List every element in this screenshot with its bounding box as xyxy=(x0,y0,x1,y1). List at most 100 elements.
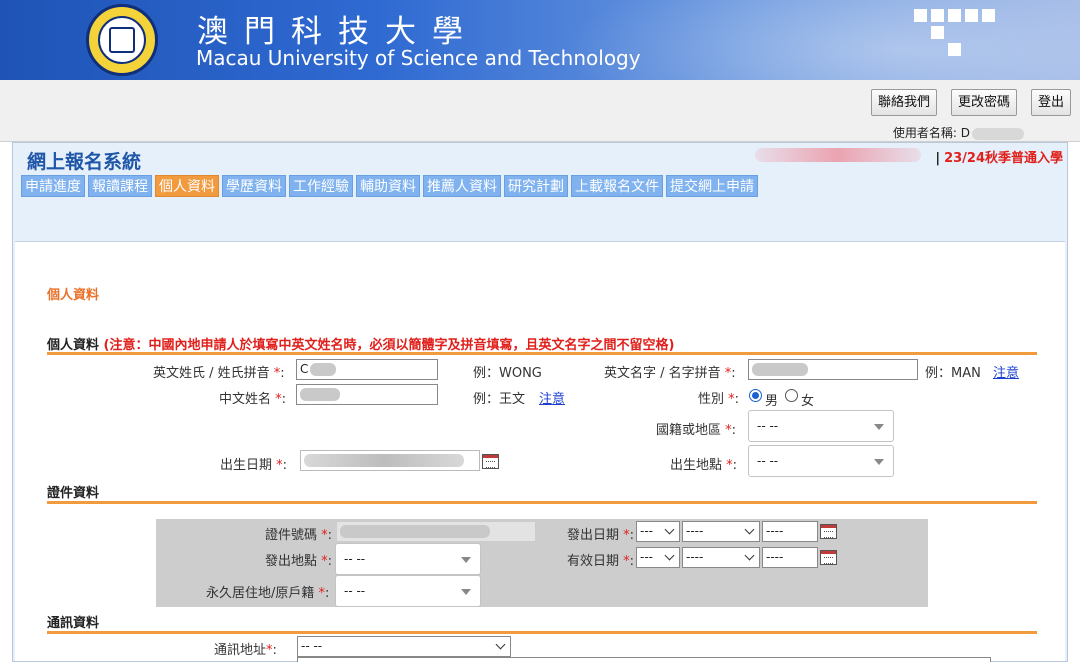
username-label: 使用者名稱: D xyxy=(892,126,970,140)
address-detail-input[interactable] xyxy=(297,657,991,662)
colon: : xyxy=(629,528,635,543)
top-toolbar: 聯絡我們 更改密碼 登出 使用者名稱: D xyxy=(0,80,1080,142)
expiry-date-label-text: 有效日期 xyxy=(567,554,620,569)
colon: : xyxy=(272,643,277,658)
gender-male-label: 男 xyxy=(765,394,779,409)
address-label: 通訊地址*: xyxy=(214,639,277,658)
contact-info-heading: 通訊資料 xyxy=(47,616,100,631)
expiry-date-label: 有效日期 *: xyxy=(567,550,634,569)
gender-label-text: 性別 xyxy=(698,392,725,407)
section-divider xyxy=(47,631,1037,634)
name-format-note: (注意：中國內地申請人於填寫中英文姓名時，必須以簡體字及拼音填寫，且英文名字之間… xyxy=(103,338,675,353)
university-logo xyxy=(86,4,158,76)
chevron-down-icon xyxy=(744,550,755,561)
season-separator: | xyxy=(935,151,941,166)
issue-year-input[interactable]: ---- xyxy=(762,521,818,542)
tab-upload-documents[interactable]: 上載報名文件 xyxy=(571,175,663,197)
nationality-value: -- -- xyxy=(757,419,779,433)
chinese-name-input[interactable] xyxy=(296,384,438,405)
tab-programme[interactable]: 報讀課程 xyxy=(88,175,152,197)
colon: : xyxy=(327,528,333,543)
permanent-residence-select[interactable]: -- -- xyxy=(335,575,481,607)
nav-tabs: 申請進度 報讀課程 個人資料 學歷資料 工作經驗 輔助資料 推薦人資料 研究計劃… xyxy=(21,175,758,197)
chevron-down-icon xyxy=(874,424,884,430)
birthplace-select[interactable]: -- -- xyxy=(748,445,894,477)
permanent-residence-value: -- -- xyxy=(344,584,366,598)
logout-button[interactable]: 登出 xyxy=(1031,89,1072,116)
change-password-button[interactable]: 更改密碼 xyxy=(951,89,1018,116)
address-region-select[interactable]: -- -- xyxy=(297,636,511,657)
given-name-label: 英文名字 / 名字拼音 *: xyxy=(604,362,736,381)
application-panel: 網上報名系統 | 23/24秋季普通入學 申請進度 報讀課程 個人資料 學歷資料 … xyxy=(12,142,1068,662)
tab-referees[interactable]: 推薦人資料 xyxy=(423,175,501,197)
given-name-input[interactable] xyxy=(748,359,918,380)
issue-day-value: --- xyxy=(640,524,653,538)
issue-place-select[interactable]: -- -- xyxy=(335,543,481,575)
tab-research-plan[interactable]: 研究計劃 xyxy=(504,175,568,197)
birthplace-label-text: 出生地點 xyxy=(670,458,723,473)
username-display: 使用者名稱: D xyxy=(893,124,1024,141)
birthplace-value: -- -- xyxy=(757,454,779,468)
chevron-down-icon xyxy=(461,557,471,563)
colon: : xyxy=(281,392,287,407)
permanent-residence-label-text: 永久居住地/原戶籍 xyxy=(206,586,315,601)
calendar-icon[interactable] xyxy=(482,454,499,469)
calendar-icon[interactable] xyxy=(820,550,837,565)
address-label-text: 通訊地址 xyxy=(214,643,267,658)
colon: : xyxy=(731,366,736,381)
expiry-month-value: ---- xyxy=(686,550,704,564)
issue-day-select[interactable]: --- xyxy=(636,521,680,542)
chevron-down-icon xyxy=(874,459,884,465)
tab-education[interactable]: 學歷資料 xyxy=(222,175,286,197)
issue-month-value: ---- xyxy=(686,524,704,538)
redacted-value xyxy=(752,363,808,376)
system-title: 網上報名系統 xyxy=(27,151,142,173)
tab-work-experience[interactable]: 工作經驗 xyxy=(289,175,353,197)
expiry-year-input[interactable]: ---- xyxy=(762,547,818,568)
colon: : xyxy=(282,458,288,473)
expiry-year-value: ---- xyxy=(766,550,784,564)
section-divider xyxy=(47,352,1037,355)
given-name-label-text: 英文名字 / 名字拼音 xyxy=(604,366,721,381)
season-label: | 23/24秋季普通入學 xyxy=(755,147,1063,166)
university-banner: 澳門科技大學 Macau University of Science and T… xyxy=(0,0,1080,80)
colon: : xyxy=(732,458,738,473)
issue-place-label-text: 發出地點 xyxy=(265,554,318,569)
university-name-cn: 澳門科技大學 xyxy=(197,14,479,50)
season-text: 23/24秋季普通入學 xyxy=(944,151,1063,166)
given-name-note-link[interactable]: 注意 xyxy=(993,362,1019,381)
colon: : xyxy=(325,586,330,601)
gender-female-radio[interactable] xyxy=(785,389,798,402)
gender-female-label: 女 xyxy=(801,394,815,409)
surname-label-text: 英文姓氏 / 姓氏拼音 xyxy=(153,366,270,381)
calendar-icon[interactable] xyxy=(820,524,837,539)
colon: : xyxy=(629,554,635,569)
tab-personal-info[interactable]: 個人資料 xyxy=(155,175,219,197)
expiry-month-select[interactable]: ---- xyxy=(682,547,760,568)
address-region-value: -- -- xyxy=(301,639,323,653)
redacted-value xyxy=(300,388,340,401)
tab-supplementary[interactable]: 輔助資料 xyxy=(356,175,420,197)
chevron-down-icon xyxy=(664,524,675,535)
contact-us-button[interactable]: 聯絡我們 xyxy=(871,89,938,116)
birthplace-label: 出生地點 *: xyxy=(670,454,737,473)
username-redacted xyxy=(972,127,1024,140)
personal-info-heading: 個人資料 xyxy=(47,288,100,303)
issue-place-value: -- -- xyxy=(344,552,366,566)
dob-label: 出生日期 *: xyxy=(220,454,287,473)
issue-year-value: ---- xyxy=(766,524,784,538)
personal-info-subheading: 個人資料 (注意：中國內地申請人於填寫中英文姓名時，必須以簡體字及拼音填寫，且英… xyxy=(47,334,674,353)
chinese-name-note-link[interactable]: 注意 xyxy=(539,388,565,407)
nationality-select[interactable]: -- -- xyxy=(748,410,894,442)
tab-progress[interactable]: 申請進度 xyxy=(21,175,85,197)
gender-male-radio[interactable] xyxy=(749,389,762,402)
issue-month-select[interactable]: ---- xyxy=(682,521,760,542)
dob-label-text: 出生日期 xyxy=(220,458,273,473)
tab-submit-application[interactable]: 提交網上申請 xyxy=(666,175,758,197)
dob-input[interactable] xyxy=(300,450,480,471)
redacted-value xyxy=(310,363,337,376)
surname-input[interactable]: C xyxy=(296,359,438,380)
chevron-down-icon xyxy=(495,639,506,650)
expiry-day-select[interactable]: --- xyxy=(636,547,680,568)
id-number-input[interactable] xyxy=(336,521,536,542)
